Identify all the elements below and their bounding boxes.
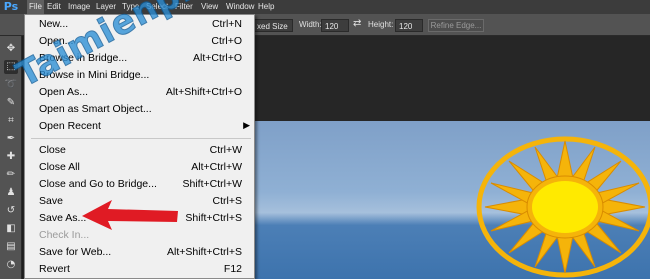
menu-window[interactable]: Window [226,0,254,14]
swap-icon[interactable]: ⇄ [353,18,361,29]
eyedropper-tool-icon[interactable]: ✒ [4,132,18,146]
menu-filter[interactable]: Filter [175,0,193,14]
menu-item-browse-in-mini-bridge[interactable]: Browse in Mini Bridge... [26,67,254,83]
blur-tool-icon[interactable]: ◔ [4,258,18,272]
submenu-arrow-icon: ▶ [243,120,250,130]
height-label: Height: [368,20,394,29]
crop-tool-icon[interactable]: ⌗ [4,114,18,128]
menu-item-label: Open... [39,35,74,47]
menu-item-label: Browse in Bridge... [39,52,128,64]
menu-separator [31,138,251,139]
tools-panel: ✥ ⬚ ➰ ✎ ⌗ ✒ ✚ ✏ ♟ ↺ ◧ ▤ ◔ [0,36,22,279]
menu-item-check-in: Check In... [26,227,254,243]
menu-item-shortcut: Alt+Ctrl+O [192,52,242,64]
menu-item-label: Open As... [39,86,89,98]
canvas-image[interactable] [255,121,650,279]
refine-edge-button[interactable]: Refine Edge... [428,19,484,32]
menu-item-label: Close All [39,161,80,173]
menu-item-shortcut: Alt+Shift+Ctrl+S [167,246,242,258]
menu-file[interactable]: File [27,0,44,14]
menu-item-shortcut: Shift+Ctrl+S [185,212,242,224]
menu-item-shortcut: Shift+Ctrl+W [182,178,242,190]
menu-select[interactable]: Select [146,0,168,14]
menu-view[interactable]: View [201,0,218,14]
menu-item-shortcut: Ctrl+S [212,195,242,207]
menu-item-save-as[interactable]: Save As... Shift+Ctrl+S [26,210,254,226]
menu-item-revert[interactable]: Revert F12 [26,261,254,277]
menu-item-shortcut: Ctrl+O [211,35,242,47]
menu-edit[interactable]: Edit [47,0,61,14]
menu-item-close[interactable]: Close Ctrl+W [26,142,254,158]
height-input[interactable]: 120 px [395,19,423,44]
menu-item-label: Save [39,195,63,207]
healing-tool-icon[interactable]: ✚ [4,150,18,164]
brush-tool-icon[interactable]: ✏ [4,168,18,182]
menu-item-shortcut: Ctrl+N [211,18,242,30]
menu-item-label: Revert [39,263,70,275]
menu-item-open-as-smart-object[interactable]: Open as Smart Object... [26,101,254,117]
sun-illustration [476,136,650,278]
menu-item-open[interactable]: Open... Ctrl+O [26,33,254,49]
gradient-tool-icon[interactable]: ▤ [4,240,18,254]
width-label: Width: [299,20,322,29]
menu-item-label: Save for Web... [39,246,112,258]
menu-bar: Ps File Edit Image Layer Type Select Fil… [0,0,650,14]
menu-item-new[interactable]: New... Ctrl+N [26,16,254,32]
quick-select-tool-icon[interactable]: ✎ [4,96,18,110]
style-select[interactable]: xed Size [253,19,293,32]
stamp-tool-icon[interactable]: ♟ [4,186,18,200]
menu-item-label: Save As... [39,212,87,224]
lasso-tool-icon[interactable]: ➰ [4,78,18,92]
menu-item-label: Close [39,144,66,156]
menu-item-label: Check In... [39,229,90,241]
menu-item-label: Close and Go to Bridge... [39,178,157,190]
menu-item-open-as[interactable]: Open As... Alt+Shift+Ctrl+O [26,84,254,100]
menu-item-open-recent[interactable]: Open Recent ▶ [26,118,254,134]
menu-item-label: Open Recent [39,120,101,132]
menu-type[interactable]: Type [122,0,139,14]
move-tool-icon[interactable]: ✥ [4,42,18,56]
file-menu: New... Ctrl+N Open... Ctrl+O Browse in B… [24,14,255,279]
menu-layer[interactable]: Layer [96,0,116,14]
menu-item-close-and-go-to-bridge[interactable]: Close and Go to Bridge... Shift+Ctrl+W [26,176,254,192]
menu-item-close-all[interactable]: Close All Alt+Ctrl+W [26,159,254,175]
menu-item-save-for-web[interactable]: Save for Web... Alt+Shift+Ctrl+S [26,244,254,260]
menu-image[interactable]: Image [68,0,90,14]
eraser-tool-icon[interactable]: ◧ [4,222,18,236]
menu-item-save[interactable]: Save Ctrl+S [26,193,254,209]
menu-item-shortcut: Alt+Shift+Ctrl+O [165,86,242,98]
photoshop-logo: Ps [3,0,19,13]
width-input[interactable]: 120 px [321,19,349,44]
menu-item-label: Open as Smart Object... [39,103,152,115]
history-brush-tool-icon[interactable]: ↺ [4,204,18,218]
menu-item-shortcut: Ctrl+W [209,144,242,156]
marquee-tool-icon[interactable]: ⬚ [4,60,18,74]
menu-item-label: Browse in Mini Bridge... [39,69,150,81]
menu-help[interactable]: Help [258,0,274,14]
menu-item-browse-in-bridge[interactable]: Browse in Bridge... Alt+Ctrl+O [26,50,254,66]
menu-item-label: New... [39,18,69,30]
menu-item-shortcut: F12 [223,263,242,275]
menu-item-shortcut: Alt+Ctrl+W [191,161,242,173]
